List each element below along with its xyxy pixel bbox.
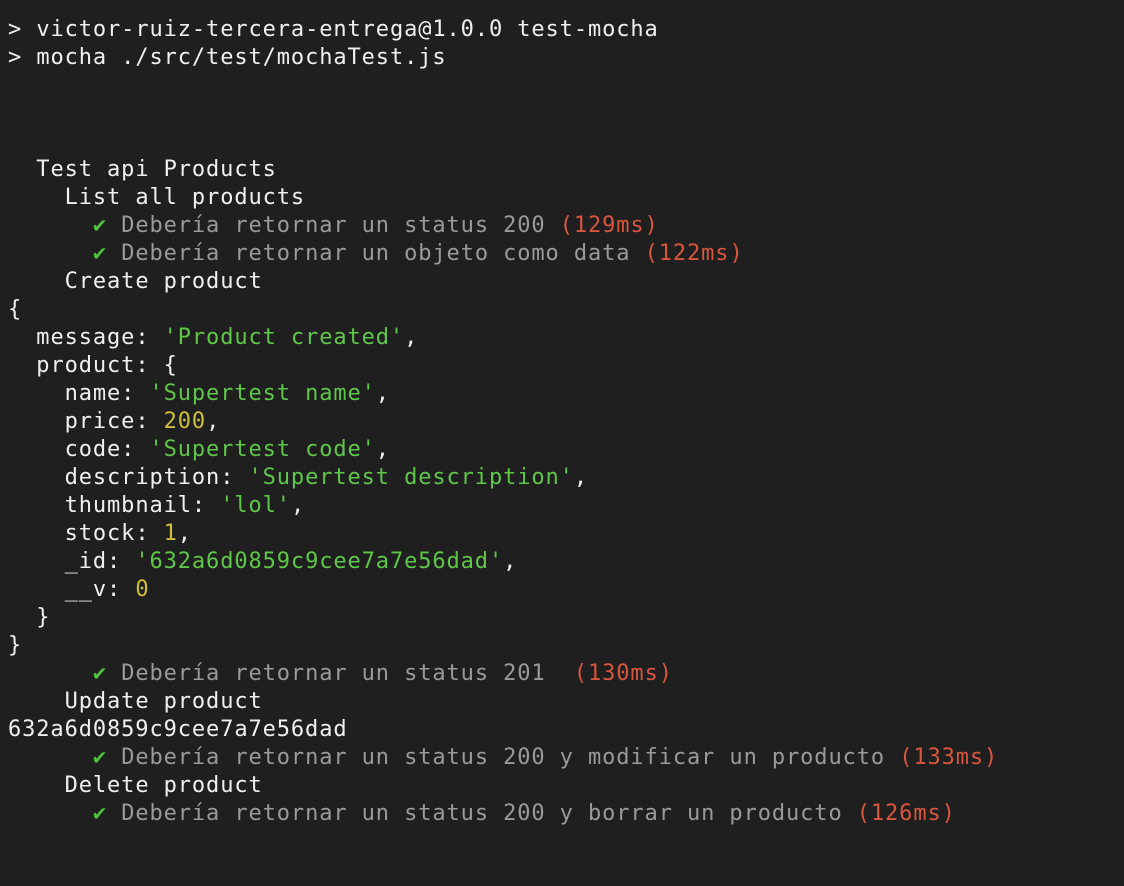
log-number-value: 1 [163, 521, 178, 546]
test-duration: (130ms) [573, 661, 673, 686]
log-open-brace: { [8, 296, 22, 324]
test-label: Debería retornar un objeto como data [121, 241, 631, 266]
suite-title: Test api Products [8, 156, 277, 184]
update-id-text: 632a6d0859c9cee7a7e56dad [8, 717, 348, 742]
command-line-1: > victor-ruiz-tercera-entrega@1.0.0 test… [8, 16, 659, 44]
log-string-value: 'Supertest code' [149, 437, 376, 462]
test-duration: (126ms) [856, 801, 956, 826]
log-field-v: __v: 0 [8, 576, 149, 604]
test-result-line: ✔ Debería retornar un status 200 y modif… [8, 744, 998, 772]
comma: , [177, 521, 192, 546]
log-field-name: name: 'Supertest name', [8, 380, 390, 408]
group-title-text: Delete product [64, 773, 263, 798]
group-title-text: List all products [64, 185, 306, 210]
group-title-list: List all products [8, 184, 305, 212]
test-result-line: ✔ Debería retornar un status 201 (130ms) [8, 660, 673, 688]
brace: } [8, 633, 23, 658]
test-duration: (133ms) [899, 745, 999, 770]
command-text: victor-ruiz-tercera-entrega@1.0.0 test-m… [36, 17, 659, 42]
comma: , [375, 381, 390, 406]
log-number-value: 0 [135, 577, 150, 602]
log-key: thumbnail: [64, 493, 221, 518]
comma: , [404, 325, 419, 350]
log-message-line: message: 'Product created', [8, 324, 418, 352]
group-title-update: Update product [8, 688, 263, 716]
test-label: Debería retornar un status 200 [121, 213, 546, 238]
group-title-text: Update product [64, 689, 263, 714]
test-duration: (129ms) [559, 213, 659, 238]
log-field-description: description: 'Supertest description', [8, 464, 588, 492]
brace: } [36, 605, 51, 630]
log-field-id: _id: '632a6d0859c9cee7a7e56dad', [8, 548, 517, 576]
log-key: __v: [64, 577, 136, 602]
log-product-line: product: { [8, 352, 178, 380]
check-icon: ✔ [92, 241, 108, 266]
test-result-line: ✔ Debería retornar un status 200 (129ms) [8, 212, 659, 240]
comma: , [375, 437, 390, 462]
comma: , [503, 549, 518, 574]
log-key: message: [36, 325, 164, 350]
comma: , [206, 409, 221, 434]
log-string-value: '632a6d0859c9cee7a7e56dad' [135, 549, 504, 574]
log-key: _id: [64, 549, 136, 574]
brace: { [8, 297, 23, 322]
log-close-brace: } [8, 632, 22, 660]
check-icon: ✔ [92, 801, 108, 826]
test-duration: (122ms) [644, 241, 744, 266]
log-field-stock: stock: 1, [8, 520, 192, 548]
log-string-value: 'Supertest description' [248, 465, 574, 490]
log-field-price: price: 200, [8, 408, 220, 436]
log-field-code: code: 'Supertest code', [8, 436, 390, 464]
check-icon: ✔ [92, 661, 108, 686]
log-key: stock: [64, 521, 164, 546]
comma: , [290, 493, 306, 518]
log-key: price: [64, 409, 164, 434]
log-string-value: 'lol' [220, 493, 291, 518]
test-result-line: ✔ Debería retornar un objeto como data (… [8, 240, 744, 268]
test-label: Debería retornar un status 200 y borrar … [121, 801, 843, 826]
check-icon: ✔ [92, 213, 108, 238]
group-title-create: Create product [8, 268, 263, 296]
prompt-symbol: > [8, 45, 23, 70]
log-string-value: 'Product created' [163, 325, 405, 350]
log-inner-close-brace: } [8, 604, 50, 632]
log-number-value: 200 [163, 409, 207, 434]
group-title-text: Create product [64, 269, 263, 294]
prompt-symbol: > [8, 17, 23, 42]
command-line-2: > mocha ./src/test/mochaTest.js [8, 44, 447, 72]
comma: , [573, 465, 588, 490]
test-result-line: ✔ Debería retornar un status 200 y borra… [8, 800, 956, 828]
group-title-delete: Delete product [8, 772, 263, 800]
log-string-value: 'Supertest name' [149, 381, 376, 406]
test-label: Debería retornar un status 201 [121, 661, 560, 686]
suite-title-text: Test api Products [36, 157, 277, 182]
log-key: product: { [36, 353, 178, 378]
command-text: mocha ./src/test/mochaTest.js [36, 45, 447, 70]
check-icon: ✔ [92, 745, 108, 770]
log-field-thumbnail: thumbnail: 'lol', [8, 492, 305, 520]
test-label: Debería retornar un status 200 y modific… [121, 745, 886, 770]
terminal-window[interactable]: > victor-ruiz-tercera-entrega@1.0.0 test… [0, 0, 1124, 886]
log-key: description: [64, 465, 249, 490]
update-id-output: 632a6d0859c9cee7a7e56dad [8, 716, 347, 744]
log-key: name: [64, 381, 150, 406]
log-key: code: [64, 437, 150, 462]
